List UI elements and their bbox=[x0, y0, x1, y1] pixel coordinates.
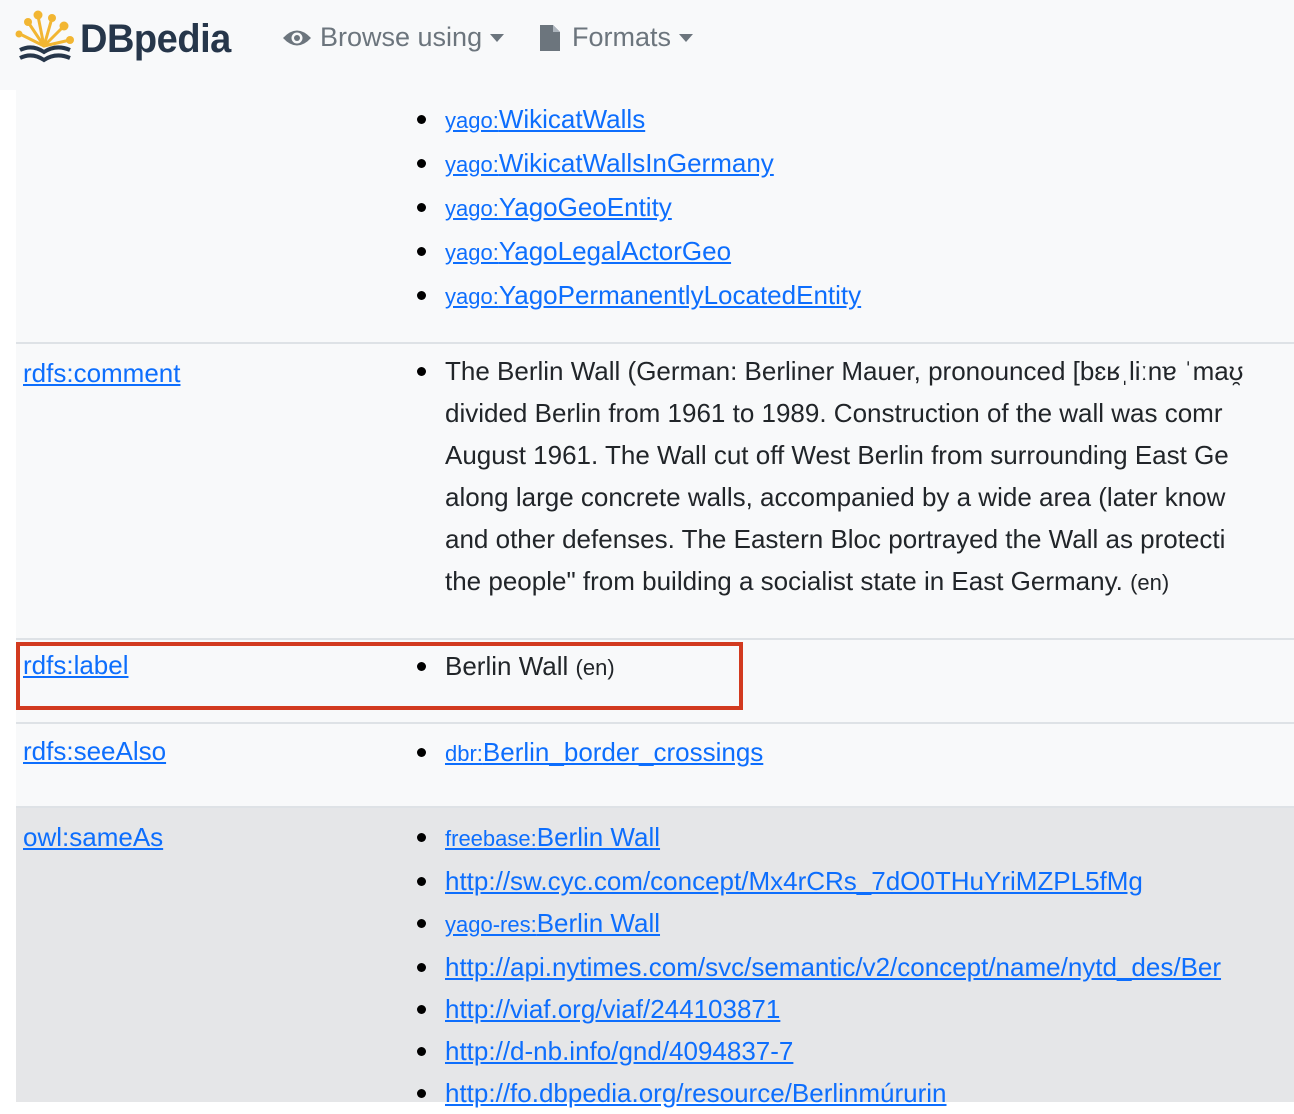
brand-name: DBpedia bbox=[80, 16, 231, 61]
list-item: http://fo.dbpedia.org/resource/Berlinmúr… bbox=[413, 1072, 1221, 1114]
list-item: yago:YagoPermanentlyLocatedEntity bbox=[413, 274, 861, 318]
comment-line: August 1961. The Wall cut off West Berli… bbox=[445, 440, 1229, 470]
type-value-link[interactable]: yago:YagoLegalActorGeo bbox=[445, 236, 731, 266]
sameas-value-link[interactable]: http://sw.cyc.com/concept/Mx4rCRs_7dO0TH… bbox=[445, 866, 1143, 896]
list-item: yago:YagoGeoEntity bbox=[413, 186, 861, 230]
list-item: dbr:Berlin_border_crossings bbox=[413, 731, 763, 775]
dbpedia-logo-icon bbox=[15, 10, 74, 63]
sameas-value-link[interactable]: http://d-nb.info/gnd/4094837-7 bbox=[445, 1036, 793, 1066]
sameas-value-link[interactable]: yago-res:Berlin Wall bbox=[445, 908, 660, 938]
chevron-down-icon bbox=[679, 33, 694, 42]
list-item: http://viaf.org/viaf/244103871 bbox=[413, 988, 1221, 1030]
type-value-link[interactable]: yago:WikicatWallsInGermany bbox=[445, 148, 774, 178]
list-item: yago-res:Berlin Wall bbox=[413, 902, 1221, 946]
table-row-label: rdfs:label Berlin Wall (en) bbox=[16, 640, 1294, 722]
comment-value: The Berlin Wall (German: Berliner Mauer,… bbox=[413, 350, 1294, 604]
list-item: http://d-nb.info/gnd/4094837-7 bbox=[413, 1030, 1221, 1072]
browse-using-dropdown[interactable]: Browse using bbox=[282, 22, 505, 53]
comment-line: along large concrete walls, accompanied … bbox=[445, 482, 1226, 512]
label-value: Berlin Wall bbox=[445, 651, 569, 681]
formats-label: Formats bbox=[572, 22, 672, 52]
table-row-sameas: owl:sameAs freebase:Berlin Wall http://s… bbox=[16, 808, 1294, 1108]
comment-line: divided Berlin from 1961 to 1989. Constr… bbox=[445, 398, 1223, 428]
property-link-comment[interactable]: rdfs:comment bbox=[23, 358, 181, 389]
browse-using-label: Browse using bbox=[320, 22, 483, 52]
comment-line: and other defenses. The Eastern Bloc por… bbox=[445, 524, 1226, 554]
seealso-value-link[interactable]: dbr:Berlin_border_crossings bbox=[445, 737, 763, 767]
type-value-link[interactable]: yago:WikicatWalls bbox=[445, 104, 645, 134]
list-item: yago:WikicatWalls bbox=[413, 98, 861, 142]
brand-link[interactable]: DBpedia bbox=[14, 10, 239, 68]
sameas-value-link[interactable]: http://viaf.org/viaf/244103871 bbox=[445, 994, 780, 1024]
comment-line: The Berlin Wall (German: Berliner Mauer,… bbox=[445, 356, 1244, 386]
eye-icon bbox=[283, 30, 311, 45]
chevron-down-icon bbox=[490, 33, 505, 42]
label-values-list: Berlin Wall (en) bbox=[413, 645, 615, 689]
bullet bbox=[417, 367, 426, 376]
top-navbar: DBpedia Browse using Formats bbox=[0, 0, 1294, 90]
property-link-sameas[interactable]: owl:sameAs bbox=[23, 822, 163, 853]
seealso-values-list: dbr:Berlin_border_crossings bbox=[413, 731, 763, 775]
list-item: http://api.nytimes.com/svc/semantic/v2/c… bbox=[413, 946, 1221, 988]
list-item: freebase:Berlin Wall bbox=[413, 816, 1221, 860]
language-tag: (en) bbox=[1130, 570, 1170, 595]
table-row-seealso: rdfs:seeAlso dbr:Berlin_border_crossings bbox=[16, 724, 1294, 806]
file-icon bbox=[540, 24, 560, 51]
language-tag: (en) bbox=[575, 655, 615, 680]
sameas-values-list: freebase:Berlin Wall http://sw.cyc.com/c… bbox=[413, 816, 1221, 1114]
list-item: yago:WikicatWallsInGermany bbox=[413, 142, 861, 186]
comment-line: the people" from building a socialist st… bbox=[445, 566, 1170, 596]
type-value-link[interactable]: yago:YagoGeoEntity bbox=[445, 192, 672, 222]
type-value-link[interactable]: yago:YagoPermanentlyLocatedEntity bbox=[445, 280, 861, 310]
sameas-value-link[interactable]: http://api.nytimes.com/svc/semantic/v2/c… bbox=[445, 952, 1221, 982]
property-link-seealso[interactable]: rdfs:seeAlso bbox=[23, 736, 166, 767]
properties-table: yago:WikicatWalls yago:WikicatWallsInGer… bbox=[16, 0, 1294, 1108]
sameas-value-link[interactable]: freebase:Berlin Wall bbox=[445, 822, 660, 852]
list-item: Berlin Wall (en) bbox=[413, 645, 615, 689]
list-item: http://sw.cyc.com/concept/Mx4rCRs_7dO0TH… bbox=[413, 860, 1221, 902]
formats-dropdown[interactable]: Formats bbox=[538, 22, 694, 53]
type-values-list: yago:WikicatWalls yago:WikicatWallsInGer… bbox=[413, 98, 861, 318]
list-item: yago:YagoLegalActorGeo bbox=[413, 230, 861, 274]
sameas-value-link[interactable]: http://fo.dbpedia.org/resource/Berlinmúr… bbox=[445, 1078, 947, 1108]
property-link-label[interactable]: rdfs:label bbox=[23, 650, 129, 681]
